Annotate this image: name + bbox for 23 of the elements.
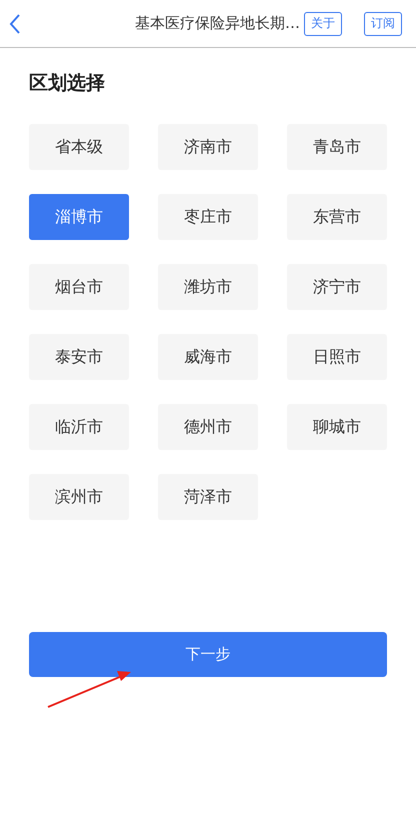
subscribe-button[interactable]: 订阅 [364,12,402,36]
region-option[interactable]: 日照市 [287,334,387,380]
back-button[interactable] [8,12,22,34]
region-option[interactable]: 临沂市 [29,404,129,450]
region-option[interactable]: 滨州市 [29,474,129,520]
region-option[interactable]: 烟台市 [29,264,129,310]
region-option[interactable]: 淄博市 [29,194,129,240]
section-title: 区划选择 [29,71,106,96]
region-option[interactable]: 省本级 [29,124,129,170]
region-option[interactable]: 枣庄市 [158,194,258,240]
region-option[interactable]: 济南市 [158,124,258,170]
region-option[interactable]: 菏泽市 [158,474,258,520]
about-button[interactable]: 关于 [304,12,342,36]
region-option[interactable]: 东营市 [287,194,387,240]
region-option[interactable]: 聊城市 [287,404,387,450]
region-option[interactable]: 德州市 [158,404,258,450]
region-option[interactable]: 威海市 [158,334,258,380]
region-option[interactable]: 潍坊市 [158,264,258,310]
region-option[interactable]: 泰安市 [29,334,129,380]
region-option[interactable]: 青岛市 [287,124,387,170]
page-title: 基本医疗保险异地长期… [135,14,300,33]
next-button[interactable]: 下一步 [29,632,387,677]
region-option[interactable]: 济宁市 [287,264,387,310]
